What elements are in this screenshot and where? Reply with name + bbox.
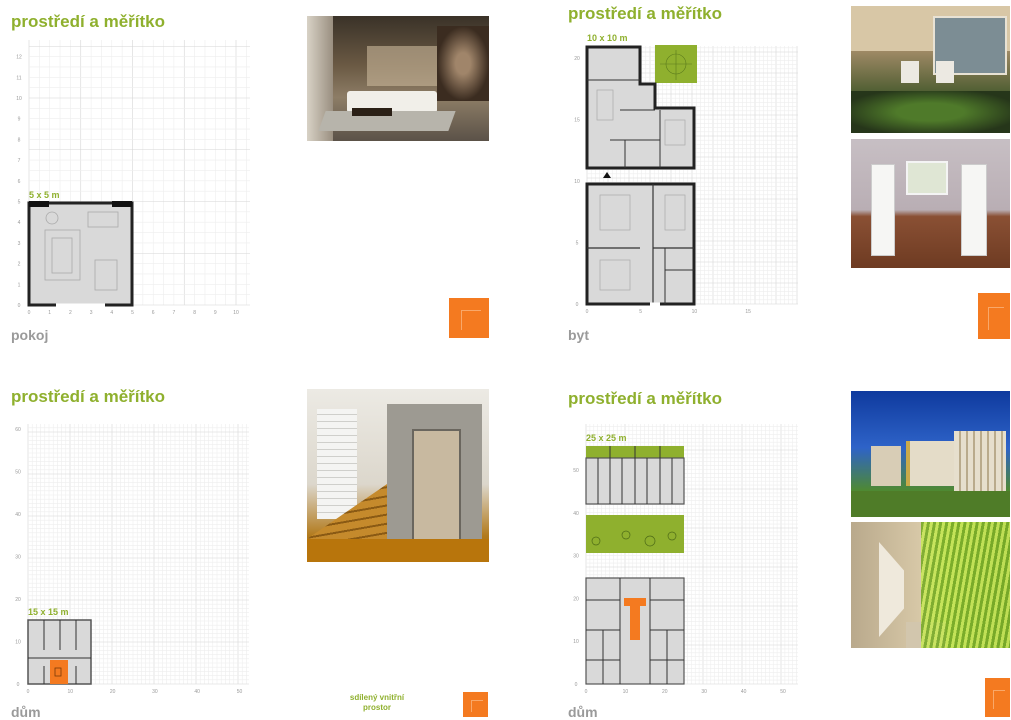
x-tick-label: 40 xyxy=(741,689,747,695)
housing-exterior-photo xyxy=(851,391,1010,517)
y-tick-label: 30 xyxy=(573,554,579,560)
x-tick-label: 0 xyxy=(585,689,588,695)
x-tick-label: 30 xyxy=(701,689,707,695)
y-tick-label: 50 xyxy=(573,468,579,474)
x-tick-label: 20 xyxy=(662,689,668,695)
x-tick-label: 50 xyxy=(780,689,786,695)
y-tick-label: 20 xyxy=(573,596,579,602)
y-tick-label: 10 xyxy=(573,639,579,645)
green-corridor-photo xyxy=(851,522,1010,648)
y-tick-label: 40 xyxy=(573,511,579,517)
y-tick-label: 0 xyxy=(575,682,578,688)
orange-scale-swatch xyxy=(985,678,1010,717)
house-dimension-label: 25 x 25 m xyxy=(586,433,627,443)
x-tick-label: 10 xyxy=(623,689,629,695)
